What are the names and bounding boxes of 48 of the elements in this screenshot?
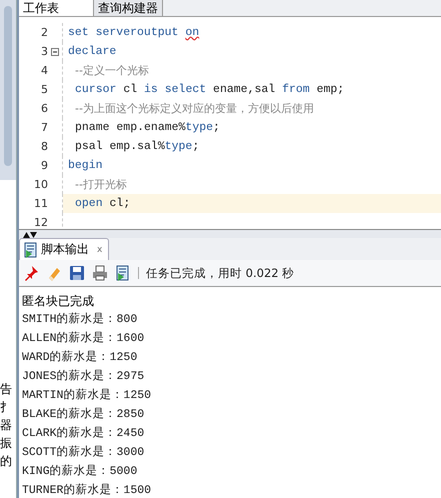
code-line: cursor cl is select ename,sal from emp;: [74, 82, 346, 98]
output-line: CLARK的薪水是：2450: [22, 426, 146, 442]
output-line: MARTIN的薪水是：1250: [22, 388, 152, 404]
code-line: declare: [67, 44, 118, 60]
script-icon[interactable]: [115, 265, 131, 281]
output-line: TURNER的薪水是：1500: [22, 482, 152, 498]
output-line: ALLEN的薪水是：1600: [22, 330, 146, 347]
pin-icon[interactable]: [23, 265, 39, 281]
code-line: --为上面这个光标定义对应的变量，方便以后使用: [74, 101, 315, 117]
line-number: 8: [40, 140, 48, 153]
code-line: pname emp.ename%type;: [74, 120, 221, 136]
output-tab[interactable]: 脚本输出 x: [19, 238, 110, 260]
print-icon[interactable]: [92, 265, 108, 281]
code-line: begin: [67, 158, 104, 174]
line-number: 2: [40, 26, 48, 39]
line-number: 5: [40, 83, 48, 96]
line-number: 4: [40, 64, 48, 77]
panel-text: 的: [0, 453, 12, 470]
line-number: 6: [40, 102, 48, 115]
line-number: 9: [40, 159, 48, 172]
panel-text: 器: [0, 417, 12, 434]
output-line: SCOTT的薪水是：3000: [22, 444, 146, 461]
status-text: 任务已完成，用时 0.022 秒: [146, 266, 294, 280]
output-line: JONES的薪水是：2975: [22, 368, 146, 385]
line-number: 10: [33, 178, 48, 191]
line-number: 7: [40, 121, 48, 134]
editor-tab[interactable]: 查询构建器: [94, 0, 163, 16]
script-icon: [23, 242, 39, 258]
output-line: SMITH的薪水是：800: [22, 312, 138, 328]
output-line: KING的薪水是：5000: [22, 464, 138, 480]
panel-text: 扌: [0, 399, 12, 416]
collapse-icon[interactable]: [51, 48, 59, 56]
output-header: 匿名块已完成: [22, 293, 95, 310]
panel-text: 振: [0, 435, 12, 452]
editor-tab[interactable]: 工作表: [19, 0, 94, 16]
code-line: psal emp.sal%type;: [74, 139, 200, 155]
close-button[interactable]: x: [97, 244, 102, 254]
code-line: --定义一个光标: [74, 63, 150, 79]
output-line: WARD的薪水是：1250: [22, 350, 138, 366]
line-number: 3: [40, 45, 48, 58]
line-number: 11: [33, 197, 48, 210]
output-line: BLAKE的薪水是：2850: [22, 406, 146, 423]
code-line: --打开光标: [74, 177, 128, 193]
code-line: set serveroutput on: [67, 25, 200, 41]
line-number: 12: [33, 216, 48, 229]
splitter-arrows-icon[interactable]: [23, 230, 37, 238]
panel-text: 告: [0, 381, 12, 398]
save-icon[interactable]: [69, 265, 85, 281]
